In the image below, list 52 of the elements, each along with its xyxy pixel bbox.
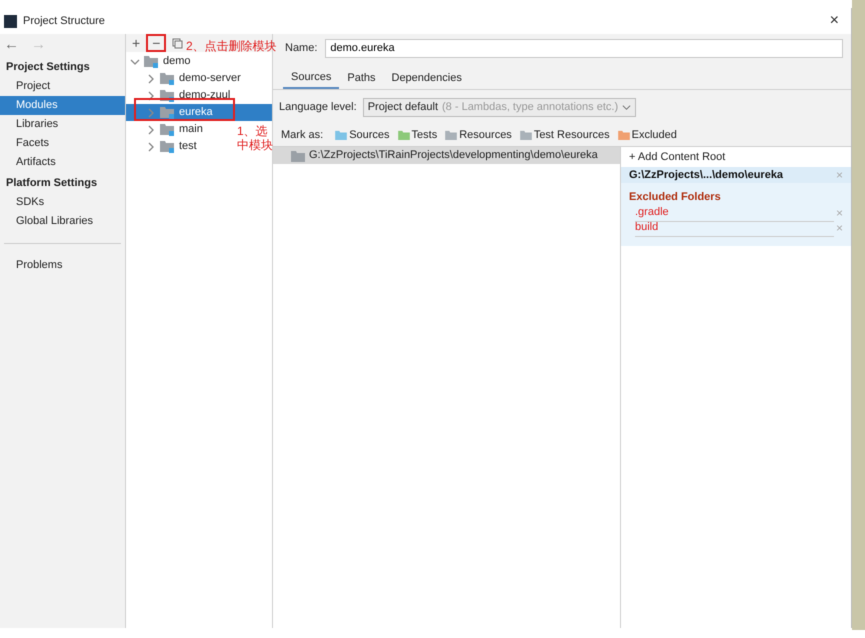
remove-button[interactable]: − xyxy=(146,34,166,52)
sidebar-item[interactable]: Problems xyxy=(4,256,121,275)
excluded-folders-title: Excluded Folders xyxy=(628,190,722,205)
add-button[interactable]: + xyxy=(132,36,140,50)
add-content-root-button[interactable]: + Add Content Root xyxy=(621,147,851,167)
section-title: Platform Settings xyxy=(5,176,98,192)
module-folder-icon xyxy=(160,72,175,85)
sidebar-item[interactable]: SDKs xyxy=(0,193,125,212)
sidebar-item[interactable]: Facets xyxy=(0,134,125,153)
tree-item[interactable]: main xyxy=(126,121,205,138)
sidebar-item[interactable]: Modules xyxy=(0,96,125,115)
excluded-folder: build xyxy=(635,219,834,237)
chevron-down-icon xyxy=(622,102,632,112)
mark-as-label: Mark as: xyxy=(281,128,324,143)
module-folder-icon xyxy=(160,89,175,102)
mark-as-button[interactable]: Resources xyxy=(445,126,512,144)
tree-item[interactable]: test xyxy=(126,138,199,155)
folder-icon xyxy=(291,150,305,162)
mark-as-button[interactable]: Excluded xyxy=(618,126,677,144)
copy-icon[interactable] xyxy=(172,38,184,48)
app-logo-icon xyxy=(4,14,17,28)
chevron-down-icon[interactable] xyxy=(130,56,140,66)
tab[interactable]: Paths xyxy=(339,68,384,89)
module-folder-icon xyxy=(160,140,175,153)
name-label: Name: xyxy=(285,40,318,56)
sidebar-item[interactable]: Artifacts xyxy=(0,153,125,172)
module-folder-icon xyxy=(160,106,175,119)
excluded-folder: .gradle xyxy=(635,204,834,222)
annotation-text: 2、点击删除模块 xyxy=(186,39,277,53)
annotation-text: 1、选中模块 xyxy=(237,124,273,152)
window-title: Project Structure xyxy=(23,14,105,29)
language-level-label: Language level: xyxy=(279,100,357,115)
content-root-path: G:\ZzProjects\...\demo\eureka xyxy=(629,168,784,183)
tab[interactable]: Sources xyxy=(283,68,340,89)
language-level-dropdown[interactable]: Project default (8 - Lambdas, type annotations etc.) xyxy=(362,98,636,116)
tab[interactable]: Dependencies xyxy=(384,68,470,89)
sidebar-item[interactable]: Libraries xyxy=(0,115,125,134)
tree-item[interactable]: demo-server xyxy=(126,70,243,87)
sidebar-item[interactable]: Global Libraries xyxy=(0,212,125,231)
content-root-row[interactable]: G:\ZzProjects\TiRainProjects\developmenting\demo\eureka xyxy=(273,147,620,164)
section-title: Project Settings xyxy=(5,60,91,76)
mark-as-button[interactable]: Tests xyxy=(398,126,438,144)
module-folder-icon xyxy=(160,123,175,136)
mark-as-button[interactable]: Sources xyxy=(335,126,390,144)
close-button[interactable]: × xyxy=(822,9,847,33)
tree-item[interactable]: demo-zuul xyxy=(126,87,232,104)
name-field[interactable]: demo.eureka xyxy=(325,38,843,58)
tree-item[interactable]: demo xyxy=(110,53,193,70)
mark-as-button[interactable]: Test Resources xyxy=(520,126,610,144)
sidebar-item[interactable]: Project xyxy=(0,77,125,96)
back-button[interactable]: ← xyxy=(4,34,19,56)
module-folder-icon xyxy=(144,55,159,68)
